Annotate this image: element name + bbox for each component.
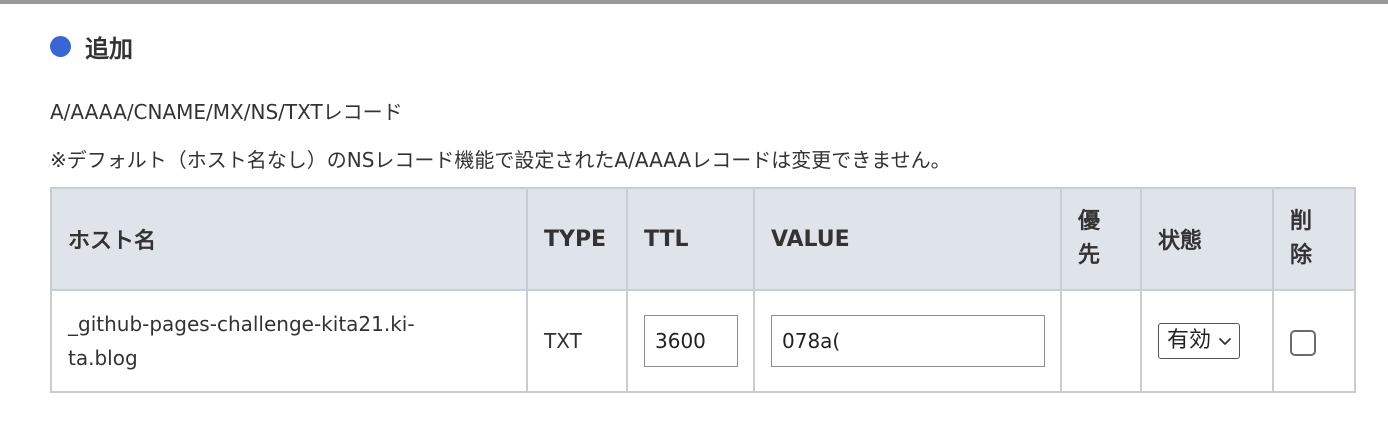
status-cell: 有効 [1140,289,1274,393]
host-cell: _github-pages-challenge-kita21.ki- ta.bl… [50,289,528,393]
status-select-value: 有効 [1167,328,1212,353]
header-priority-line1: 優 [1078,209,1101,234]
value-cell [753,289,1062,393]
ttl-cell [626,289,755,393]
chevron-down-icon [1219,338,1231,345]
type-cell: TXT [526,289,628,393]
header-delete: 削 除 [1272,187,1356,291]
header-delete-line2: 除 [1290,243,1313,268]
section-header: 追加 [50,28,133,64]
table-header-row: ホスト名 TYPE TTL VALUE 優 先 状態 削 除 [50,187,1356,291]
header-host: ホスト名 [50,187,528,291]
host-line2: ta.blog [68,346,138,370]
delete-cell [1272,289,1356,393]
top-divider [0,0,1388,4]
ns-notice: ※デフォルト（ホスト名なし）のNSレコード機能で設定されたA/AAAAレコードは… [50,148,951,172]
header-value: VALUE [753,187,1062,291]
header-status: 状態 [1140,187,1274,291]
blue-dot-icon [50,35,71,57]
header-priority: 優 先 [1060,187,1142,291]
header-priority-line2: 先 [1078,243,1101,268]
dns-records-table: ホスト名 TYPE TTL VALUE 優 先 状態 削 除 _github-p… [50,187,1356,393]
host-line1: _github-pages-challenge-kita21.ki- [68,312,415,336]
priority-cell [1060,289,1142,393]
delete-checkbox[interactable] [1290,329,1316,356]
table-row: _github-pages-challenge-kita21.ki- ta.bl… [50,289,1356,393]
ttl-input[interactable] [644,315,738,367]
header-delete-line1: 削 [1290,209,1313,234]
record-types-label: A/AAAA/CNAME/MX/NS/TXTレコード [50,100,403,124]
value-input[interactable] [771,315,1045,367]
status-select[interactable]: 有効 [1158,323,1241,359]
header-type: TYPE [526,187,628,291]
section-title: 追加 [85,34,133,63]
header-ttl: TTL [626,187,755,291]
